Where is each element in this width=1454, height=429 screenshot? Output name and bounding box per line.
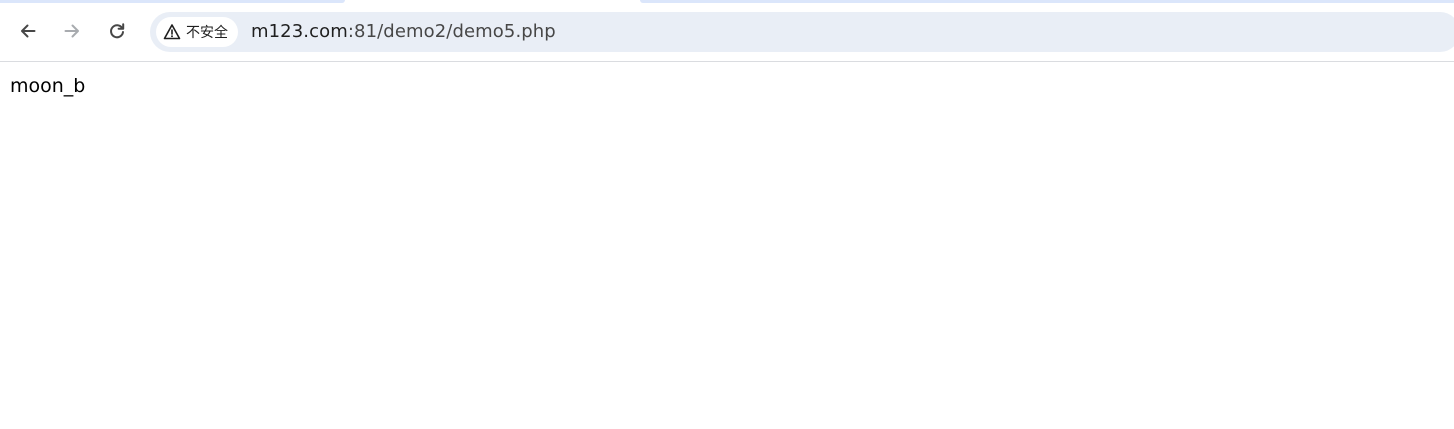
browser-window: 不安全 m123.com:81/demo2/demo5.php moon_b [0,0,1454,429]
back-button[interactable] [11,14,45,48]
page-viewport: moon_b [0,62,1454,429]
security-label: 不安全 [186,25,228,41]
browser-toolbar: 不安全 m123.com:81/demo2/demo5.php [0,3,1454,61]
warning-triangle-icon [163,24,181,40]
arrow-right-icon [64,24,79,38]
arrow-left-icon [21,24,36,38]
page-body-text: moon_b [10,75,86,97]
address-bar[interactable]: 不安全 m123.com:81/demo2/demo5.php [150,12,1454,52]
url-domain: m123.com [251,21,348,42]
reload-button[interactable] [100,14,134,48]
reload-icon [110,23,125,39]
url-text[interactable]: m123.com:81/demo2/demo5.php [251,22,556,42]
forward-button[interactable] [55,14,89,48]
security-indicator[interactable]: 不安全 [156,17,238,47]
url-path: :81/demo2/demo5.php [347,21,556,42]
